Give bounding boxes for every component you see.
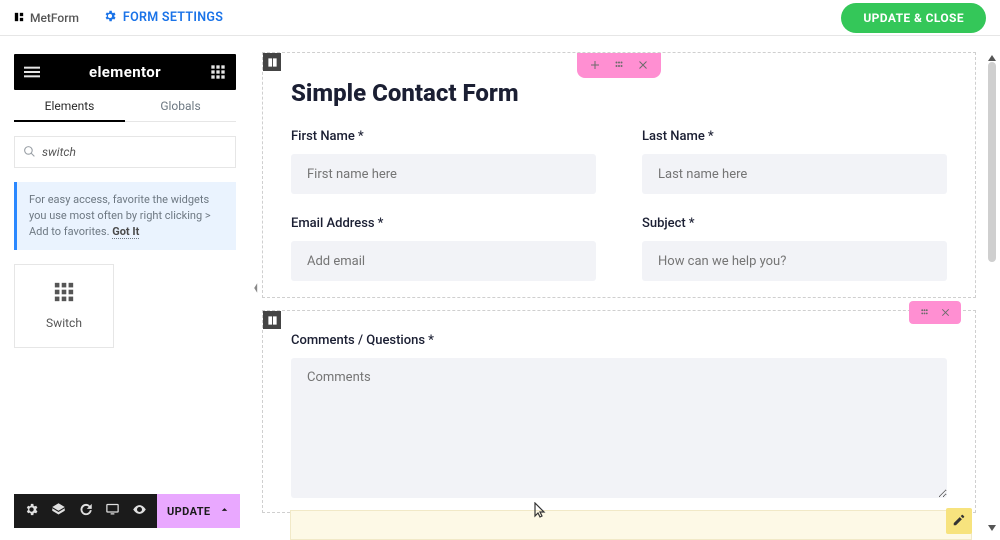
hamburger-icon[interactable]	[24, 64, 40, 80]
sidebar-collapse-handle[interactable]	[250, 36, 262, 540]
widget-switch[interactable]: Switch	[14, 264, 114, 348]
first-name-label: First Name*	[291, 129, 596, 144]
widget-search[interactable]	[14, 136, 236, 168]
widget-hover-band	[290, 510, 972, 540]
add-section-icon[interactable]	[589, 56, 601, 75]
delete-section-icon[interactable]	[637, 56, 649, 75]
responsive-icon[interactable]	[105, 502, 120, 521]
first-name-field: First Name*	[291, 129, 596, 194]
elementor-sidebar: elementor Elements Globals For easy acce…	[0, 36, 250, 540]
delete-column-icon[interactable]	[940, 303, 951, 322]
pencil-icon	[952, 512, 966, 531]
layers-icon[interactable]	[51, 502, 66, 521]
widget-search-input[interactable]	[42, 145, 227, 159]
form-section-2[interactable]: Comments / Questions*	[262, 310, 976, 513]
sidebar-footer: UPDATE	[14, 494, 236, 528]
sidebar-tabs: Elements Globals	[14, 90, 236, 122]
widgets-grid-icon[interactable]	[210, 64, 226, 80]
scroll-down-icon[interactable]	[987, 518, 997, 528]
comments-textarea[interactable]	[291, 358, 947, 498]
column-handle-icon[interactable]	[263, 311, 281, 329]
update-and-close-button[interactable]: UPDATE & CLOSE	[841, 3, 986, 33]
scroll-up-icon[interactable]	[987, 48, 997, 58]
switch-widget-icon	[53, 281, 75, 306]
mouse-cursor-icon	[534, 502, 546, 518]
tab-globals[interactable]: Globals	[125, 90, 236, 121]
sidebar-header: elementor	[14, 54, 236, 90]
edit-widget-button[interactable]	[946, 508, 972, 534]
search-icon	[23, 143, 36, 162]
tab-elements[interactable]: Elements	[14, 90, 125, 121]
canvas-scrollbar[interactable]	[988, 52, 996, 524]
gear-icon	[103, 9, 117, 27]
drag-column-icon[interactable]	[919, 303, 930, 322]
widget-switch-label: Switch	[46, 316, 82, 330]
favorites-tip: For easy access, favorite the widgets yo…	[14, 182, 236, 250]
metform-brand: MetForm	[14, 11, 79, 25]
preview-icon[interactable]	[132, 502, 147, 521]
email-field: Email Address*	[291, 216, 596, 281]
metform-brand-icon	[14, 11, 24, 25]
email-label: Email Address*	[291, 216, 596, 231]
last-name-input[interactable]	[642, 154, 947, 194]
elementor-logo: elementor	[89, 63, 161, 81]
first-name-input[interactable]	[291, 154, 596, 194]
comments-label: Comments / Questions*	[291, 333, 947, 348]
subject-label: Subject*	[642, 216, 947, 231]
column-toolbar	[909, 301, 961, 324]
last-name-field: Last Name*	[642, 129, 947, 194]
metform-brand-label: MetForm	[30, 11, 79, 25]
last-name-label: Last Name*	[642, 129, 947, 144]
section-toolbar	[577, 53, 661, 78]
column-handle-icon[interactable]	[263, 53, 281, 71]
history-icon[interactable]	[78, 502, 93, 521]
subject-input[interactable]	[642, 241, 947, 281]
chevron-up-icon	[219, 504, 230, 518]
subject-field: Subject*	[642, 216, 947, 281]
form-settings-label: FORM SETTINGS	[123, 10, 223, 25]
form-section-1[interactable]: Simple Contact Form First Name* Last Nam…	[262, 52, 976, 298]
drag-section-icon[interactable]	[613, 56, 625, 75]
sidebar-update-label: UPDATE	[167, 505, 211, 518]
form-title: Simple Contact Form	[291, 79, 947, 107]
editor-canvas: Simple Contact Form First Name* Last Nam…	[262, 36, 1000, 540]
email-input[interactable]	[291, 241, 596, 281]
sidebar-update-button[interactable]: UPDATE	[157, 494, 240, 528]
form-settings-link[interactable]: FORM SETTINGS	[103, 9, 223, 27]
settings-icon[interactable]	[24, 502, 39, 521]
favorites-tip-cta[interactable]: Got It	[112, 225, 139, 239]
